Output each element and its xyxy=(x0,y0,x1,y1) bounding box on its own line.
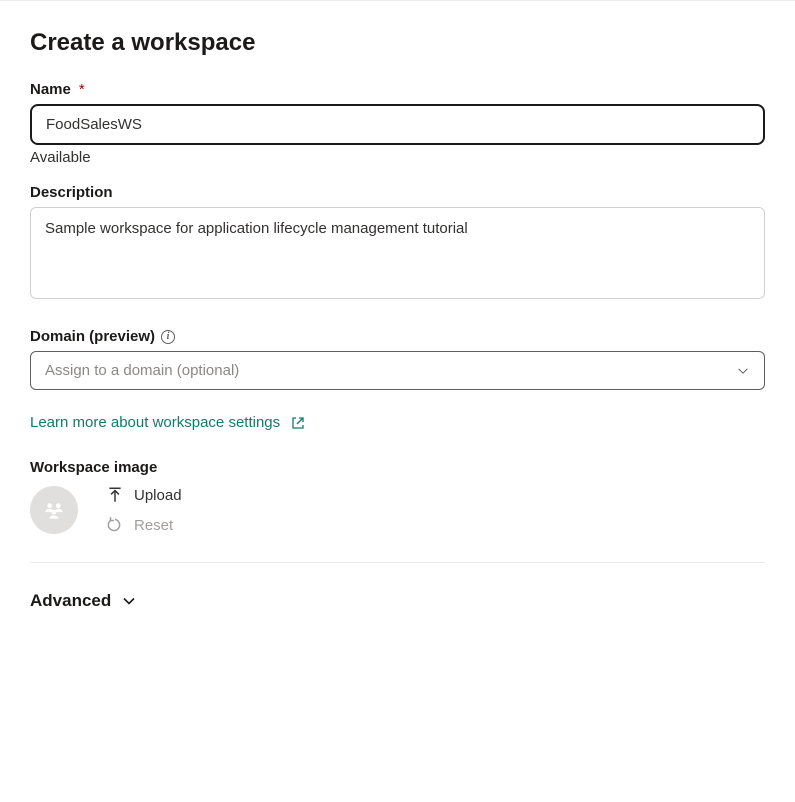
learn-more-link[interactable]: Learn more about workspace settings xyxy=(30,414,306,431)
external-link-icon xyxy=(290,415,306,431)
workspace-image-label: Workspace image xyxy=(30,459,765,476)
description-label-text: Description xyxy=(30,184,113,201)
workspace-image-row: Upload Reset xyxy=(30,486,765,534)
domain-placeholder: Assign to a domain (optional) xyxy=(45,362,239,379)
domain-dropdown[interactable]: Assign to a domain (optional) xyxy=(30,351,765,390)
name-input[interactable] xyxy=(30,104,765,145)
domain-label-text: Domain (preview) xyxy=(30,328,155,345)
info-icon[interactable]: i xyxy=(161,330,175,344)
name-label: Name * xyxy=(30,81,765,98)
advanced-label: Advanced xyxy=(30,591,111,611)
description-input[interactable] xyxy=(30,207,765,299)
name-status: Available xyxy=(30,149,765,166)
divider xyxy=(30,562,765,563)
reset-button: Reset xyxy=(106,516,182,534)
required-star-icon: * xyxy=(79,81,85,98)
description-label: Description xyxy=(30,184,765,201)
reset-label: Reset xyxy=(134,517,173,534)
chevron-down-icon xyxy=(736,364,750,378)
reset-icon xyxy=(106,516,124,534)
upload-icon xyxy=(106,486,124,504)
advanced-toggle[interactable]: Advanced xyxy=(30,591,137,611)
workspace-avatar-placeholder xyxy=(30,486,78,534)
people-group-icon xyxy=(41,497,67,523)
domain-label: Domain (preview) i xyxy=(30,328,765,345)
learn-more-text: Learn more about workspace settings xyxy=(30,414,280,431)
image-actions: Upload Reset xyxy=(106,486,182,534)
page-title: Create a workspace xyxy=(30,29,765,57)
upload-label: Upload xyxy=(134,487,182,504)
upload-button[interactable]: Upload xyxy=(106,486,182,504)
chevron-down-icon xyxy=(121,593,137,609)
workspace-image-label-text: Workspace image xyxy=(30,459,157,476)
name-label-text: Name xyxy=(30,81,71,98)
